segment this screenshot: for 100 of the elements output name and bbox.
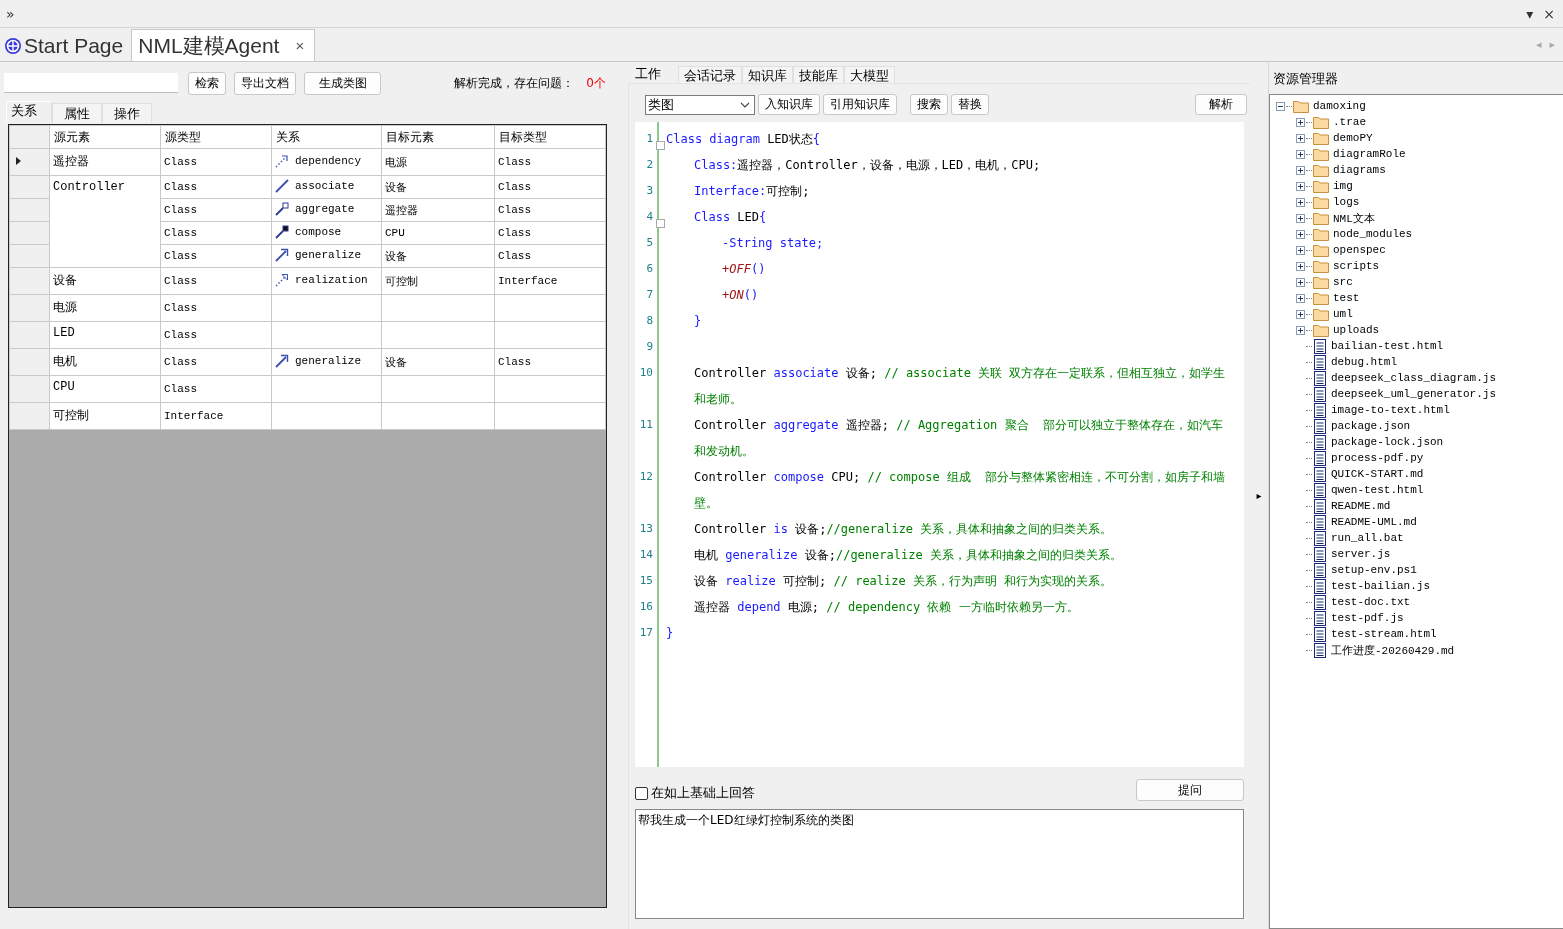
column-header[interactable]: 关系 (271, 125, 382, 149)
document-tab[interactable]: Start Page (0, 30, 132, 61)
tree-item[interactable]: 工作进度-20260429.md (1331, 642, 1455, 658)
tree-item[interactable]: logs (1333, 196, 1360, 208)
tree-item[interactable]: package-lock.json (1331, 436, 1444, 448)
tree-item[interactable]: diagramRole (1333, 148, 1406, 160)
code-editor[interactable] (635, 122, 1244, 767)
tree-item[interactable]: test-pdf.js (1331, 612, 1404, 624)
expander-icon[interactable] (1296, 133, 1305, 143)
tree-item[interactable]: openspec (1333, 244, 1386, 256)
tree-item[interactable]: diagrams (1333, 164, 1386, 176)
column-header[interactable]: 目标类型 (494, 125, 606, 149)
expander-icon[interactable] (1296, 229, 1305, 239)
file-icon (1313, 514, 1327, 530)
tree-item[interactable]: scripts (1333, 260, 1380, 272)
toolbar-button[interactable]: 导出文档 (234, 71, 296, 95)
prompt-field[interactable]: 帮我生成一个LED红绿灯控制系统的类图 (635, 809, 1244, 919)
expander-icon[interactable] (1276, 101, 1285, 111)
expander-icon[interactable] (1296, 117, 1305, 127)
tree-item[interactable]: uml (1333, 308, 1353, 320)
fold-marker-icon[interactable] (656, 219, 665, 228)
overflow-chevron[interactable]: » (6, 5, 15, 22)
tree-item[interactable]: bailian-test.html (1331, 340, 1444, 352)
expander-icon[interactable] (1296, 149, 1305, 159)
tree-item[interactable]: image-to-text.html (1331, 404, 1450, 416)
tree-item[interactable]: src (1333, 276, 1353, 288)
table-cell: Class (160, 348, 272, 376)
table-cell: 遥控器 (381, 198, 495, 222)
tree-item[interactable]: server.js (1331, 548, 1391, 560)
expander-icon[interactable] (1296, 261, 1305, 271)
tree-item[interactable]: img (1333, 180, 1353, 192)
document-tab[interactable]: NML建模Agent × (131, 29, 316, 61)
tree-item[interactable]: QUICK-START.md (1331, 468, 1424, 480)
tab[interactable]: 技能库 (793, 66, 844, 83)
dropdown-caret[interactable]: ▾ (1526, 5, 1534, 22)
table-cell: Class (160, 221, 272, 245)
tree-item[interactable]: debug.html (1331, 356, 1397, 368)
code-line: Controller aggregate 遥控器; // Aggregation 聚合 部分可以独立于整体存在，如汽车和发动机。 (694, 418, 1224, 458)
expander-icon[interactable] (1296, 165, 1305, 175)
expander-icon[interactable] (1296, 325, 1305, 335)
parse-button[interactable]: 解析 (1195, 94, 1247, 115)
tree-item[interactable]: README-UML.md (1331, 516, 1417, 528)
tab[interactable]: 操作 (102, 103, 152, 123)
tree-item[interactable]: run_all.bat (1331, 532, 1404, 544)
tree-item[interactable]: deepseek_class_diagram.js (1331, 372, 1497, 384)
tree-item[interactable]: process-pdf.py (1331, 452, 1424, 464)
expander-icon[interactable] (1296, 213, 1305, 223)
tree-item[interactable]: uploads (1333, 324, 1380, 336)
toolbar-button[interactable]: 替换 (951, 94, 989, 115)
toolbar-button[interactable]: 引用知识库 (823, 94, 897, 115)
toolbar-button[interactable]: 生成类图 (304, 71, 381, 95)
line-number: 14 (638, 547, 653, 563)
file-icon (1313, 546, 1327, 562)
code-line: Interface:可控制; (694, 184, 810, 198)
tree-item[interactable]: test (1333, 292, 1360, 304)
expander-icon[interactable] (1296, 181, 1305, 191)
toolbar-button[interactable]: 入知识库 (758, 94, 820, 115)
column-header[interactable]: 源类型 (160, 125, 272, 149)
tree-item[interactable]: node_modules (1333, 228, 1413, 240)
answer-option-checkbox[interactable]: 在如上基础上回答 (635, 784, 755, 802)
toolbar-button[interactable]: 检索 (188, 71, 226, 95)
tree-item[interactable]: README.md (1331, 500, 1391, 512)
column-header[interactable]: 源元素 (49, 125, 161, 149)
table-cell: Class (494, 198, 606, 222)
expander-icon[interactable] (1296, 245, 1305, 255)
tab-close-icon[interactable]: × (295, 37, 305, 54)
tree-item[interactable]: damoxing (1313, 100, 1366, 112)
expander-icon[interactable] (1296, 293, 1305, 303)
tab[interactable]: 关系 (6, 101, 52, 122)
code-line: Controller is 设备;//generalize 关系，具体和抽象之间的归类关系。 (694, 522, 1113, 536)
tab[interactable]: 属性 (52, 103, 102, 123)
tree-item[interactable]: qwen-test.html (1331, 484, 1424, 496)
tab[interactable]: 会话记录 (678, 66, 742, 83)
search-field[interactable] (4, 73, 178, 93)
ask-button[interactable]: 提问 (1136, 779, 1244, 801)
tree-item[interactable]: .trae (1333, 116, 1366, 128)
diagram-type-dropdown[interactable]: 类图 (645, 94, 755, 115)
tree-item[interactable]: setup-env.ps1 (1331, 564, 1417, 576)
folder-icon (1313, 211, 1329, 225)
tree-item[interactable]: test-stream.html (1331, 628, 1437, 640)
tree-item[interactable]: test-doc.txt (1331, 596, 1411, 608)
file-icon (1313, 338, 1327, 354)
close-button[interactable]: × (1543, 5, 1555, 22)
fold-marker-icon[interactable] (656, 141, 665, 150)
tree-item[interactable]: deepseek_uml_generator.js (1331, 388, 1497, 400)
tree-item[interactable]: test-bailian.js (1331, 580, 1431, 592)
dotted-arrow-icon (275, 153, 289, 168)
column-header[interactable]: 目标元素 (381, 125, 495, 149)
toolbar-button[interactable]: 搜索 (910, 94, 948, 115)
file-icon (1313, 450, 1327, 466)
tree-item[interactable]: demoPY (1333, 132, 1373, 144)
tab[interactable]: 知识库 (742, 66, 793, 83)
tree-item[interactable]: package.json (1331, 420, 1411, 432)
expander-icon[interactable] (1296, 197, 1305, 207)
collapse-arrow[interactable]: ▸ (1256, 490, 1262, 501)
triangle-arrow-icon (275, 247, 289, 262)
tree-item[interactable]: NML文本 (1333, 210, 1375, 226)
expander-icon[interactable] (1296, 277, 1305, 287)
expander-icon[interactable] (1296, 309, 1305, 319)
tab[interactable]: 大模型 (844, 66, 895, 83)
